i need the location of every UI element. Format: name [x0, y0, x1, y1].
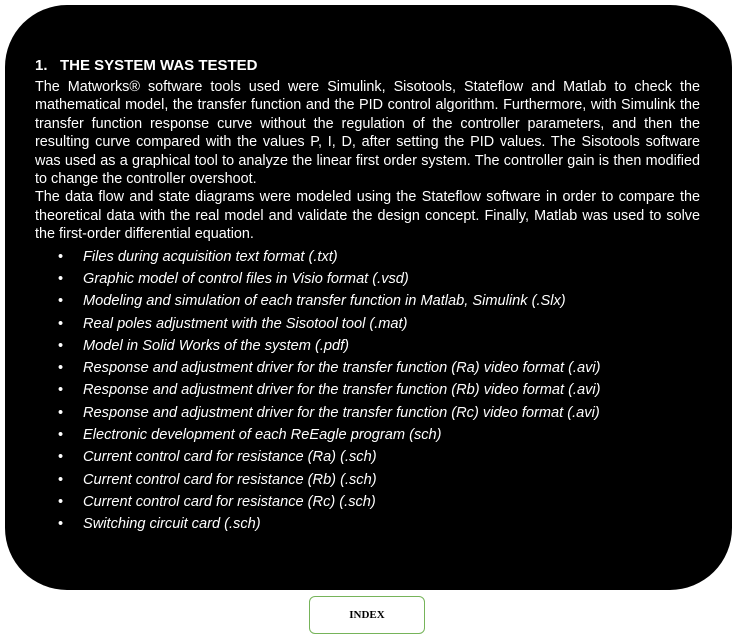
list-item-text: Files during acquisition text format (.t… [83, 248, 338, 265]
bullet-icon: • [58, 404, 64, 421]
paragraph-tools: The Matworks® software tools used were S… [35, 79, 700, 188]
list-item-text: Model in Solid Works of the system (.pdf… [83, 337, 350, 354]
content-panel: 1. THE SYSTEM WAS TESTED The Matworks® s… [5, 5, 732, 590]
section-number: 1. [35, 57, 48, 74]
list-item: • Switching circuit card (.sch) [35, 513, 700, 535]
list-item-text: Response and adjustment driver for the t… [83, 382, 601, 399]
paragraph-stateflow: The data flow and state diagrams were mo… [35, 189, 700, 243]
list-item: • Current control card for resistance (Rb… [35, 469, 700, 491]
list-item-text: Response and adjustment driver for the t… [83, 404, 600, 421]
list-item: • Modeling and simulation of each transfe… [35, 290, 700, 312]
bullet-icon: • [58, 493, 64, 510]
list-item: • Files during acquisition text format (.… [35, 246, 700, 268]
bullet-icon: • [58, 382, 64, 399]
bullet-icon: • [58, 449, 64, 466]
list-item: • Response and adjustment driver for the … [35, 357, 700, 379]
bullet-icon: • [58, 337, 64, 354]
list-item: • Current control card for resistance (Rc… [35, 491, 700, 513]
list-item: • Model in Solid Works of the system (.pd… [35, 335, 700, 357]
bullet-icon: • [58, 248, 64, 265]
list-item-text: Electronic development of each ReEagle p… [83, 427, 442, 444]
bullet-icon: • [58, 270, 64, 287]
bullet-icon: • [58, 471, 64, 488]
list-item-text: Real poles adjustment with the Sisotool … [83, 315, 408, 332]
index-button[interactable]: INDEX [309, 596, 425, 634]
list-item-text: Response and adjustment driver for the t… [83, 360, 601, 377]
list-item-text: Modeling and simulation of each transfer… [83, 293, 566, 310]
list-item: • Response and adjustment driver for the … [35, 402, 700, 424]
list-item: • Current control card for resistance (Ra… [35, 446, 700, 468]
bullet-icon: • [58, 427, 64, 444]
bullet-icon: • [58, 516, 64, 533]
list-item-text: Current control card for resistance (Rb)… [83, 471, 377, 488]
list-item-text: Current control card for resistance (Rc)… [83, 493, 376, 510]
list-item-text: Current control card for resistance (Ra)… [83, 449, 377, 466]
list-item: • Electronic development of each ReEagle … [35, 424, 700, 446]
file-list: • Files during acquisition text format (.… [35, 246, 700, 536]
bullet-icon: • [58, 293, 64, 310]
list-item: • Graphic model of control files in Visio… [35, 268, 700, 290]
bullet-icon: • [58, 315, 64, 332]
list-item: • Response and adjustment driver for the … [35, 379, 700, 401]
list-item-text: Graphic model of control files in Visio … [83, 270, 409, 287]
bullet-icon: • [58, 360, 64, 377]
list-item: • Real poles adjustment with the Sisotool… [35, 313, 700, 335]
section-heading: 1. THE SYSTEM WAS TESTED [35, 57, 700, 75]
section-title: THE SYSTEM WAS TESTED [60, 57, 258, 74]
list-item-text: Switching circuit card (.sch) [83, 516, 261, 533]
